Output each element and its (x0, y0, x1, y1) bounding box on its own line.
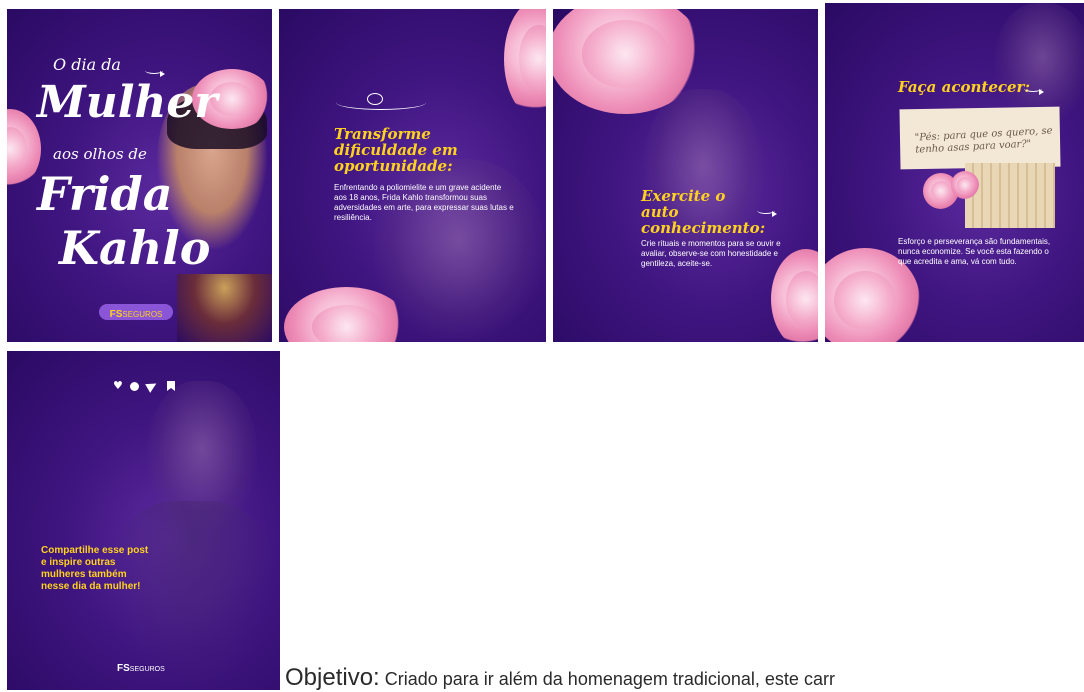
slide1-line3: aos olhos de (53, 145, 147, 163)
objective-caption: Objetivo: Criado para ir além da homenag… (285, 664, 835, 692)
send-icon[interactable] (145, 379, 159, 393)
arrow-icon (145, 67, 165, 77)
rose-decoration (504, 9, 546, 119)
carousel-slide-5: ♥ Compartilhe esse post e inspire outras… (7, 351, 280, 690)
logo-fs: FS (109, 309, 123, 320)
rose-decoration (951, 171, 979, 199)
slide2-body: Enfrentando a poliomielite e um grave ac… (334, 183, 514, 222)
slide4-heading: Faça acontecer: (898, 78, 1030, 96)
carousel-slide-3: Exercite o auto conhecimento: Crie ritua… (553, 9, 818, 342)
background-portrait (995, 3, 1084, 123)
arrow-icon (1024, 85, 1044, 95)
brand-logo: FSSEGUROS (99, 304, 173, 320)
rose-decoration (7, 109, 41, 189)
carousel-slide-4: Faça acontecer: "Pés: para que os quero,… (825, 3, 1084, 342)
slide2-heading: Transforme dificuldade em oportunidade: (334, 125, 458, 175)
swirl-loop (367, 93, 383, 105)
slide1-line5: Kahlo (59, 221, 211, 275)
logo-fs: FS (117, 663, 130, 674)
caption-text: Criado para ir além da homenagem tradici… (379, 669, 835, 689)
slide1-line2: Mulher (37, 77, 218, 128)
social-icons: ♥ (113, 379, 183, 393)
brand-logo: FSSEGUROS (117, 656, 165, 675)
portrait-shawl (177, 274, 272, 342)
slide5-cta: Compartilhe esse post e inspire outras m… (41, 545, 149, 592)
carousel-slide-2: Transforme dificuldade em oportunidade: … (279, 9, 546, 342)
bookmark-icon[interactable] (167, 381, 175, 391)
slide3-body: Crie rituais e momentos para se ouvir e … (641, 239, 781, 268)
logo-seguros: SEGUROS (129, 666, 165, 673)
slide1-line1: O dia da (53, 55, 121, 74)
fence-decoration (965, 163, 1055, 228)
caption-lead: Objetivo: (285, 664, 380, 691)
heart-icon[interactable]: ♥ (113, 379, 123, 392)
slide3-heading: Exercite o auto conhecimento: (641, 187, 766, 237)
carousel-slide-1: O dia da Mulher aos olhos de Frida Kahlo… (7, 9, 272, 342)
slide4-body: Esforço e perseverança são fundamentais,… (898, 237, 1051, 266)
arrow-icon (757, 207, 777, 217)
comment-icon[interactable] (130, 382, 139, 391)
slide1-line4: Frida (37, 167, 173, 221)
logo-seguros: SEGUROS (122, 310, 163, 319)
